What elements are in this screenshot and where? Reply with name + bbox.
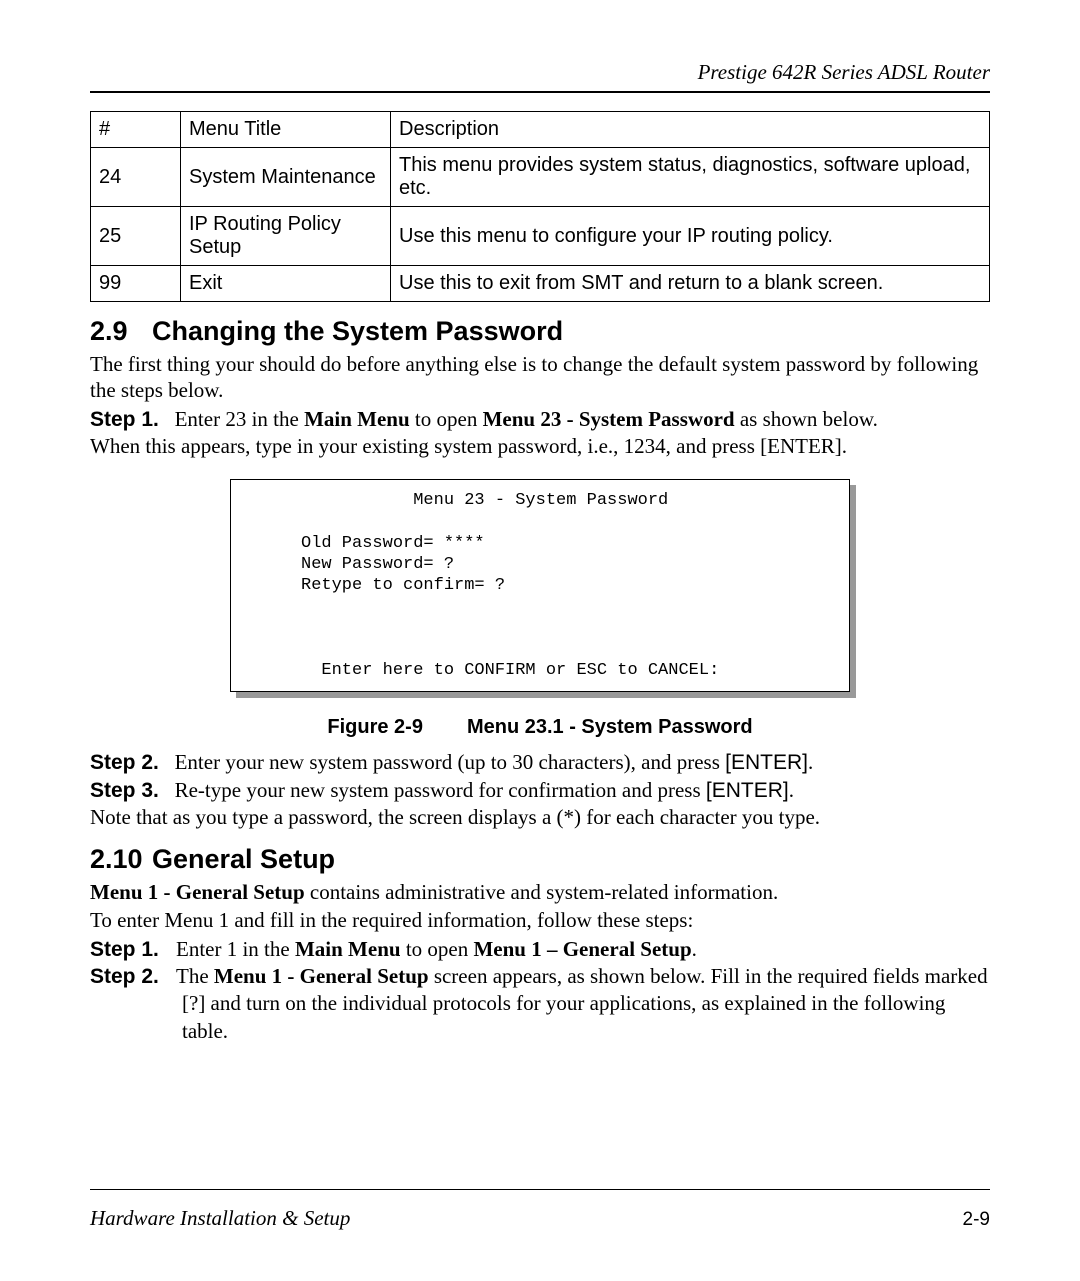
page-footer: Hardware Installation & Setup 2-9: [90, 1189, 990, 1231]
col-desc-header: Description: [391, 112, 990, 148]
terminal-title: Menu 23 - System Password: [301, 491, 668, 510]
table-header-row: # Menu Title Description: [91, 112, 990, 148]
step-text: to open: [401, 937, 474, 961]
step-text: Enter 23 in the: [175, 407, 304, 431]
bold-text: Menu 23 - System Password: [483, 407, 735, 431]
step-text: Enter 1 in the: [176, 937, 295, 961]
step-text: .: [692, 937, 697, 961]
period: .: [789, 778, 794, 802]
table-row: 24 System Maintenance This menu provides…: [91, 148, 990, 207]
header-rule: [90, 91, 990, 93]
step-2: Step 2.The Menu 1 - General Setup screen…: [90, 963, 990, 1045]
cell-num: 99: [91, 266, 181, 302]
step-text: Re-type your new system password for con…: [175, 778, 706, 802]
section-2-10-heading: 2.10General Setup: [90, 844, 990, 875]
step-1: Step 1. Enter 23 in the Main Menu to ope…: [90, 406, 990, 433]
section-2-9-heading: 2.9Changing the System Password: [90, 316, 990, 347]
intro-paragraph: The first thing your should do before an…: [90, 351, 990, 404]
note-paragraph: Note that as you type a password, the sc…: [90, 804, 990, 830]
step-1: Step 1.Enter 1 in the Main Menu to open …: [90, 936, 990, 963]
cell-title: IP Routing Policy Setup: [181, 207, 391, 266]
bold-text: Main Menu: [304, 407, 410, 431]
cell-title: System Maintenance: [181, 148, 391, 207]
section-number: 2.9: [90, 316, 152, 347]
step-3: Step 3. Re-type your new system password…: [90, 777, 990, 804]
bold-text: Menu 1 - General Setup: [90, 880, 305, 904]
cell-desc: Use this menu to configure your IP routi…: [391, 207, 990, 266]
terminal-body: Old Password= **** New Password= ? Retyp…: [301, 534, 505, 596]
step-label: Step 3.: [90, 779, 159, 802]
table-row: 99 Exit Use this to exit from SMT and re…: [91, 266, 990, 302]
cell-num: 25: [91, 207, 181, 266]
paragraph: To enter Menu 1 and fill in the required…: [90, 907, 990, 933]
enter-key: [ENTER]: [725, 751, 808, 774]
step-label: Step 1.: [90, 936, 176, 963]
cell-desc: This menu provides system status, diagno…: [391, 148, 990, 207]
col-title-header: Menu Title: [181, 112, 391, 148]
enter-key: [ENTER]: [706, 779, 789, 802]
figure-label: Figure 2-9: [327, 716, 423, 738]
bold-text: Main Menu: [295, 937, 401, 961]
figure-2-9-box: Menu 23 - System Password Old Password= …: [230, 479, 850, 692]
table-row: 25 IP Routing Policy Setup Use this menu…: [91, 207, 990, 266]
step-2: Step 2. Enter your new system password (…: [90, 749, 990, 776]
figure-caption: Figure 2-9 Menu 23.1 - System Password: [90, 714, 990, 739]
footer-left-text: Hardware Installation & Setup: [90, 1206, 350, 1231]
figure-title: Menu 23.1 - System Password: [467, 716, 753, 738]
text: contains administrative and system-relat…: [305, 880, 779, 904]
paragraph: Menu 1 - General Setup contains administ…: [90, 879, 990, 905]
footer-rule: [90, 1189, 990, 1190]
page-header-title: Prestige 642R Series ADSL Router: [90, 60, 990, 85]
bold-text: Menu 1 - General Setup: [214, 964, 429, 988]
step-label: Step 1.: [90, 408, 159, 431]
step-text: The: [176, 964, 214, 988]
menu-table: # Menu Title Description 24 System Maint…: [90, 111, 990, 302]
terminal-footer: Enter here to CONFIRM or ESC to CANCEL:: [301, 661, 719, 680]
cell-num: 24: [91, 148, 181, 207]
cell-title: Exit: [181, 266, 391, 302]
section-number: 2.10: [90, 844, 152, 875]
section-title: General Setup: [152, 844, 335, 874]
period: .: [808, 750, 813, 774]
step-text: as shown below.: [735, 407, 878, 431]
step-text: Enter your new system password (up to 30…: [175, 750, 726, 774]
terminal-screenshot: Menu 23 - System Password Old Password= …: [230, 479, 850, 692]
section-title: Changing the System Password: [152, 316, 563, 346]
col-num-header: #: [91, 112, 181, 148]
step-text: to open: [410, 407, 483, 431]
cell-desc: Use this to exit from SMT and return to …: [391, 266, 990, 302]
bold-text: Menu 1 – General Setup: [473, 937, 691, 961]
paragraph: When this appears, type in your existing…: [90, 433, 990, 459]
step-label: Step 2.: [90, 751, 159, 774]
step-label: Step 2.: [90, 963, 176, 990]
page-number: 2-9: [963, 1209, 990, 1231]
